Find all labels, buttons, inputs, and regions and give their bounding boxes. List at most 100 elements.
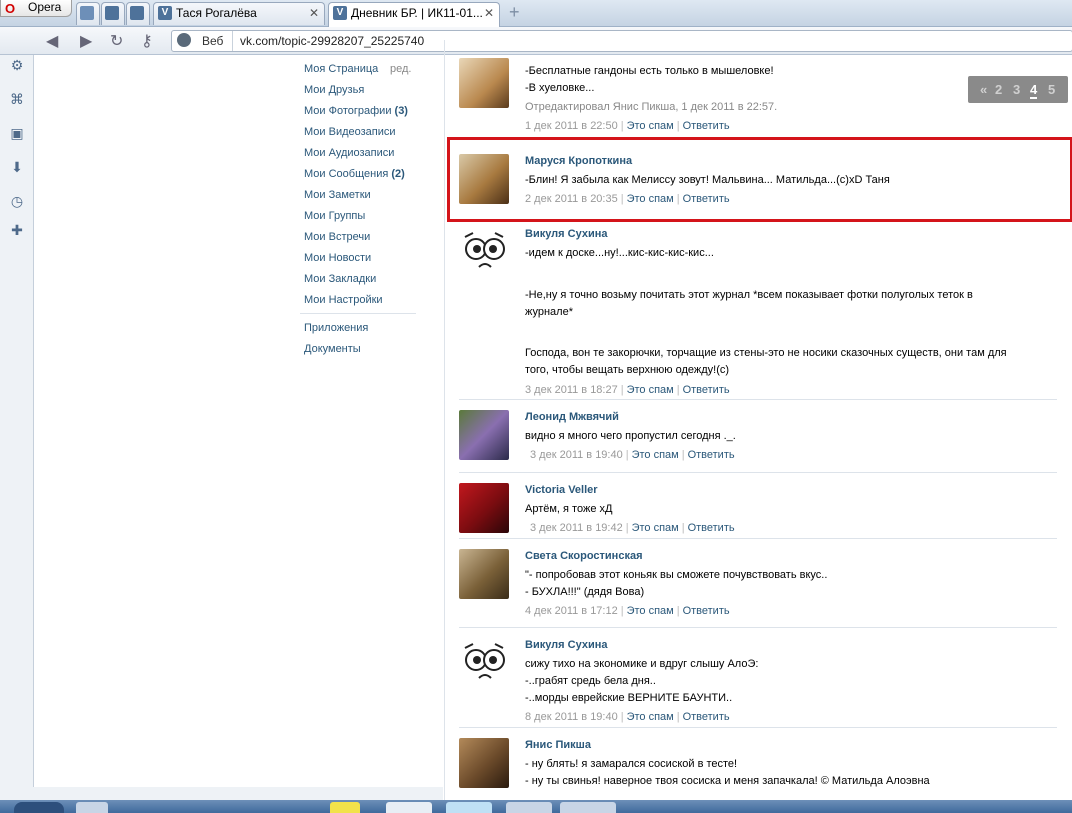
avatar[interactable] [459, 638, 509, 688]
reply-link[interactable]: Ответить [683, 711, 730, 723]
highlight-box [447, 137, 1072, 222]
menu-item-notes[interactable]: Мои Заметки [304, 189, 371, 201]
tab-1[interactable] [76, 2, 100, 25]
pager-page[interactable]: 3 [1013, 82, 1020, 97]
comment-author[interactable]: Света Скоростинская [525, 550, 642, 562]
menu-item-settings[interactable]: Мои Настройки [304, 294, 383, 306]
avatar[interactable] [459, 58, 509, 108]
spam-link[interactable]: Это спам [627, 711, 674, 723]
back-icon[interactable]: ◀ [46, 31, 58, 51]
taskbar-item[interactable] [560, 802, 616, 813]
comment-meta: 3 дек 2011 в 18:27 | Это спам | Ответить [525, 384, 730, 396]
comment-text: - ну ты свинья! наверное твоя сосиска и … [525, 775, 930, 787]
unite-icon[interactable]: ⌘ [9, 91, 25, 107]
bottom-panel [33, 787, 443, 800]
spam-link[interactable]: Это спам [627, 384, 674, 396]
close-icon[interactable]: ✕ [484, 6, 494, 20]
menu-item-photos[interactable]: Мои Фотографии (3) [304, 105, 408, 117]
tab-2[interactable] [101, 2, 125, 25]
comment-author[interactable]: Леонид Мжвячий [525, 411, 619, 423]
pager-page[interactable]: 2 [995, 82, 1002, 97]
notes-icon[interactable]: ▣ [9, 125, 25, 141]
taskbar-opera-icon[interactable] [386, 802, 432, 813]
edited-note: Отредактировал Янис Пикша, 1 дек 2011 в … [525, 101, 778, 113]
menu-item-bookmarks[interactable]: Мои Закладки [304, 273, 376, 285]
menu-item-news[interactable]: Мои Новости [304, 252, 371, 264]
web-label: Веб [202, 34, 224, 48]
divider [459, 727, 1057, 728]
divider [459, 538, 1057, 539]
new-tab-icon[interactable]: + [509, 3, 520, 21]
avatar[interactable] [459, 483, 509, 533]
comment-author[interactable]: Викуля Сухина [525, 639, 607, 651]
comment-date[interactable]: 3 дек 2011 в 19:40 [530, 449, 623, 461]
reply-link[interactable]: Ответить [688, 449, 735, 461]
menu-item-messages[interactable]: Мои Сообщения (2) [304, 168, 405, 180]
history-icon[interactable]: ◷ [9, 193, 25, 209]
taskbar-item[interactable] [76, 802, 108, 813]
spam-link[interactable]: Это спам [627, 120, 674, 132]
avatar[interactable] [459, 227, 509, 277]
side-panel: ⚙ ⌘ ▣ ⬇ ◷ ✚ [0, 55, 34, 800]
avatar[interactable] [459, 410, 509, 460]
reload-icon[interactable]: ↻ [110, 31, 123, 51]
menu-item-apps[interactable]: Приложения [304, 322, 368, 334]
spam-link[interactable]: Это спам [627, 605, 674, 617]
comment: Света Скоростинская "- попробовав этот к… [459, 549, 1057, 619]
comment: Леонид Мжвячий видно я много чего пропус… [459, 410, 1057, 470]
comment-date[interactable]: 8 дек 2011 в 19:40 [525, 711, 618, 723]
tab-tasya[interactable]: V Тася Рогалёва ✕ [153, 2, 325, 25]
comment-text: -..морды еврейские ВЕРНИТЕ БАУНТИ.. [525, 692, 733, 704]
reply-link[interactable]: Ответить [683, 384, 730, 396]
comment-author[interactable]: Янис Пикша [525, 739, 591, 751]
menu-item-audio[interactable]: Мои Аудиозаписи [304, 147, 394, 159]
comment-text: Артём, я тоже хД [525, 503, 613, 515]
comment-author[interactable]: Викуля Сухина [525, 228, 607, 240]
comment-text: "- попробовав этот коньяк вы сможете поч… [525, 569, 828, 581]
comment-date[interactable]: 4 дек 2011 в 17:12 [525, 605, 618, 617]
downloads-icon[interactable]: ⬇ [9, 159, 25, 175]
close-icon[interactable]: ✕ [309, 6, 319, 20]
taskbar [0, 800, 1072, 813]
comment: Янис Пикша - ну блять! я замарался сосис… [459, 738, 1057, 800]
start-button[interactable] [14, 802, 64, 813]
spam-link[interactable]: Это спам [632, 449, 679, 461]
comment-text: -Не,ну я точно возьму почитать этот журн… [525, 289, 973, 301]
taskbar-skype-icon[interactable] [446, 802, 492, 813]
pager-prev[interactable]: « [980, 82, 987, 97]
gear-icon[interactable]: ⚙ [9, 57, 25, 73]
add-panel-icon[interactable]: ✚ [9, 222, 25, 238]
url-text[interactable]: vk.com/topic-29928207_25225740 [240, 34, 424, 48]
menu-item-documents[interactable]: Документы [304, 343, 361, 355]
edit-link[interactable]: ред. [390, 63, 411, 75]
forward-icon[interactable]: ▶ [80, 31, 92, 51]
comment-date[interactable]: 1 дек 2011 в 22:50 [525, 120, 618, 132]
taskbar-item[interactable] [506, 802, 552, 813]
spam-link[interactable]: Это спам [632, 522, 679, 534]
opera-logo-icon: O [5, 1, 16, 16]
menu-item-events[interactable]: Мои Встречи [304, 231, 370, 243]
reply-link[interactable]: Ответить [683, 605, 730, 617]
menu-item-groups[interactable]: Мои Группы [304, 210, 365, 222]
menu-item-my-page[interactable]: Моя Страница [304, 63, 378, 75]
tab-diary[interactable]: V Дневник БР. | ИК11-01... ✕ [328, 2, 500, 27]
divider [459, 472, 1057, 473]
avatar[interactable] [459, 738, 509, 788]
comment-author[interactable]: Victoria Veller [525, 484, 598, 496]
reply-link[interactable]: Ответить [683, 120, 730, 132]
menu-item-friends[interactable]: Мои Друзья [304, 84, 364, 96]
opera-menu-button[interactable]: O Opera [0, 0, 72, 17]
tab-label: Дневник БР. | ИК11-01... [351, 6, 483, 20]
key-icon[interactable]: ⚷ [141, 31, 153, 51]
comment-text: видно я много чего пропустил сегодня ._. [525, 430, 736, 442]
tab-3[interactable] [126, 2, 150, 25]
tab-label: Тася Рогалёва [176, 6, 257, 20]
pager-page[interactable]: 5 [1048, 82, 1055, 97]
comment-text: -..грабят средь бела дня.. [525, 675, 656, 687]
comment-date[interactable]: 3 дек 2011 в 19:42 [530, 522, 623, 534]
reply-link[interactable]: Ответить [688, 522, 735, 534]
comment-date[interactable]: 3 дек 2011 в 18:27 [525, 384, 618, 396]
taskbar-item[interactable] [330, 802, 360, 813]
menu-item-videos[interactable]: Мои Видеозаписи [304, 126, 396, 138]
avatar[interactable] [459, 549, 509, 599]
